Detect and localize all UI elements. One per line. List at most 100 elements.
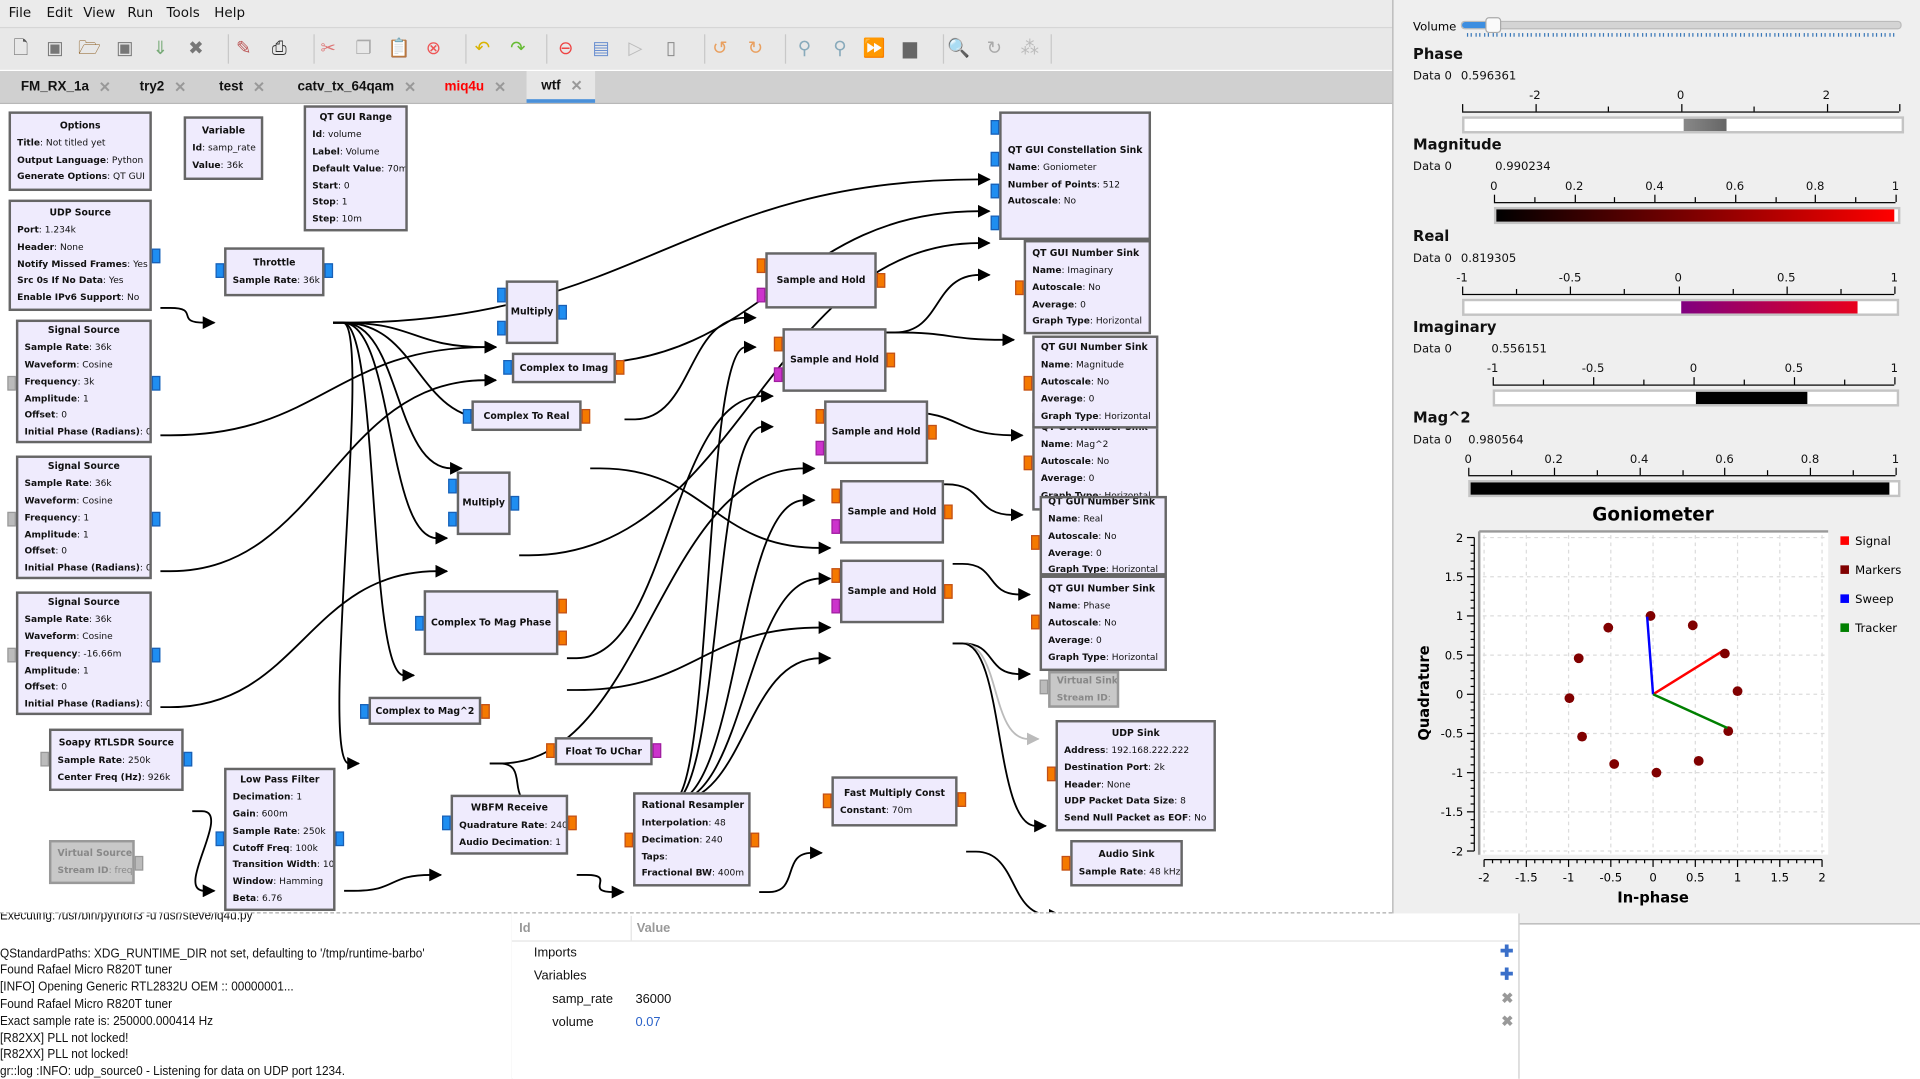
tab-close-icon[interactable]: ✕ (99, 78, 111, 95)
block-low-pass-filter[interactable]: Low Pass Filter Decimation: 1 Gain: 600m Sa… (224, 767, 336, 912)
block-virtual-sink[interactable]: Virtual Sink Stream ID: (1048, 671, 1120, 708)
block-virtual-source[interactable]: Virtual Source Stream ID: freq (48, 840, 135, 885)
port-complex[interactable] (990, 183, 1000, 199)
port-complex[interactable] (990, 120, 1000, 135)
block-audio-sink[interactable]: Audio Sink Sample Rate: 48 kHz (1070, 840, 1183, 887)
port-byte[interactable] (756, 287, 766, 303)
close-icon[interactable]: ✖ (184, 36, 208, 60)
connection[interactable] (160, 564, 449, 709)
connection[interactable] (576, 873, 625, 899)
flowgraph-canvas[interactable]: Options Title: Not titled yet Output Langu… (0, 104, 1393, 913)
connection[interactable] (333, 321, 463, 475)
find-block-icon[interactable]: 🔍 (947, 36, 971, 60)
port-float[interactable] (831, 568, 841, 583)
tab-close-icon[interactable]: ✕ (174, 78, 186, 95)
tab-wtf[interactable]: wtf ✕ (526, 71, 596, 103)
port-complex[interactable] (215, 831, 225, 847)
block-qt-gui-number-sink[interactable]: QT GUI Number Sink Name: Phase Autoscale: … (1039, 575, 1167, 672)
port-float[interactable] (886, 352, 896, 368)
enable-icon[interactable]: ⚲ (792, 36, 816, 60)
add-variable-icon[interactable]: ✚ (1500, 965, 1513, 985)
port-float[interactable] (1046, 766, 1056, 782)
port-float[interactable] (581, 408, 591, 424)
column-header-value[interactable]: Value (637, 921, 671, 936)
port-complex[interactable] (558, 304, 567, 320)
save-icon[interactable]: ▣ (43, 36, 67, 60)
port-complex[interactable] (151, 375, 161, 391)
legend-label-sweep[interactable]: Sweep (1855, 592, 1894, 606)
port-float[interactable] (546, 743, 555, 758)
menu-edit[interactable]: Edit (47, 5, 73, 21)
port-float[interactable] (624, 832, 634, 848)
menu-run[interactable]: Run (127, 5, 153, 21)
connection[interactable] (333, 321, 498, 354)
block-complex-to-mag-phase[interactable]: Complex To Mag Phase (423, 590, 559, 656)
execute-icon[interactable]: ▷ (623, 36, 647, 60)
connection[interactable] (952, 642, 1048, 833)
port-disabled[interactable] (40, 751, 49, 767)
variable-id[interactable]: volume (552, 1015, 593, 1030)
port-float[interactable] (957, 792, 967, 807)
port-float[interactable] (944, 504, 953, 520)
redo-icon[interactable]: ↷ (506, 36, 530, 60)
connection[interactable] (160, 340, 498, 437)
connection[interactable] (661, 340, 757, 804)
rotate-cw-icon[interactable]: ↻ (743, 36, 767, 60)
legend-label-signal[interactable]: Signal (1855, 534, 1891, 548)
block-qt-gui-range[interactable]: QT GUI Range Id: volume Label: Volume Defau… (303, 105, 408, 232)
port-complex[interactable] (415, 615, 424, 631)
port-complex[interactable] (448, 478, 457, 494)
tab-close-icon[interactable]: ✕ (404, 78, 416, 95)
block-float-to-uchar[interactable]: Float To UChar (554, 737, 653, 766)
kill-icon[interactable]: ⊖ (553, 36, 577, 60)
legend-label-markers[interactable]: Markers (1855, 563, 1901, 577)
port-byte[interactable] (652, 743, 662, 758)
disable-icon[interactable]: ⚲ (828, 36, 852, 60)
rotate-ccw-icon[interactable]: ↺ (708, 36, 732, 60)
block-udp-source[interactable]: UDP Source Port: 1.234k Header: None Notify… (8, 199, 152, 312)
block-qt-gui-number-sink[interactable]: QT GUI Number Sink Name: Imaginary Autosca… (1023, 240, 1152, 335)
port-float[interactable] (1031, 535, 1040, 550)
new-file-icon[interactable]: 🗋 (9, 36, 33, 60)
port-complex[interactable] (503, 360, 512, 375)
block-rational-resampler[interactable]: Rational Resampler Interpolation: 48 Decim… (633, 792, 751, 887)
delete-icon[interactable]: ⊗ (421, 36, 445, 60)
block-complex-to-real[interactable]: Complex To Real (471, 400, 582, 432)
print-icon[interactable]: ⎙ (267, 36, 291, 60)
save-copy-icon[interactable]: ⇓ (148, 36, 172, 60)
block-multiply[interactable]: Multiply (456, 471, 511, 536)
port-complex[interactable] (151, 248, 161, 264)
port-complex[interactable] (360, 704, 369, 719)
port-float[interactable] (1023, 375, 1033, 391)
connection[interactable] (661, 651, 832, 804)
port-disabled[interactable] (1039, 679, 1049, 695)
connection[interactable] (590, 467, 832, 555)
port-byte[interactable] (773, 367, 783, 383)
port-float[interactable] (750, 832, 760, 848)
connection[interactable] (160, 373, 498, 573)
column-header-id[interactable]: Id (519, 921, 530, 936)
delete-variable-icon[interactable]: ✖ (1501, 989, 1513, 1006)
menu-help[interactable]: Help (214, 5, 245, 21)
menu-view[interactable]: View (83, 5, 115, 21)
port-float[interactable] (876, 273, 886, 288)
block-signal-source[interactable]: Signal Source Sample Rate: 36k Waveform: C… (15, 591, 152, 716)
port-float[interactable] (481, 704, 490, 719)
connection[interactable] (566, 621, 832, 691)
variable-id[interactable]: samp_rate (552, 992, 613, 1007)
port-float[interactable] (1023, 455, 1033, 471)
connection[interactable] (333, 172, 991, 324)
connection[interactable] (952, 562, 1032, 601)
connection[interactable] (885, 268, 991, 334)
port-float[interactable] (558, 598, 567, 614)
connection[interactable] (759, 846, 823, 893)
generate-icon[interactable]: ▤ (589, 36, 613, 60)
port-float[interactable] (1061, 855, 1071, 871)
tab-miq4u[interactable]: miq4u ✕ (433, 71, 516, 103)
legend-label-tracker[interactable]: Tracker (1854, 621, 1897, 635)
connection[interactable] (885, 331, 1016, 347)
port-complex[interactable] (497, 320, 506, 336)
block-fast-multiply-const[interactable]: Fast Multiply Const Constant: 70m (831, 776, 958, 827)
port-disabled[interactable] (134, 855, 144, 871)
connection[interactable] (624, 311, 757, 421)
